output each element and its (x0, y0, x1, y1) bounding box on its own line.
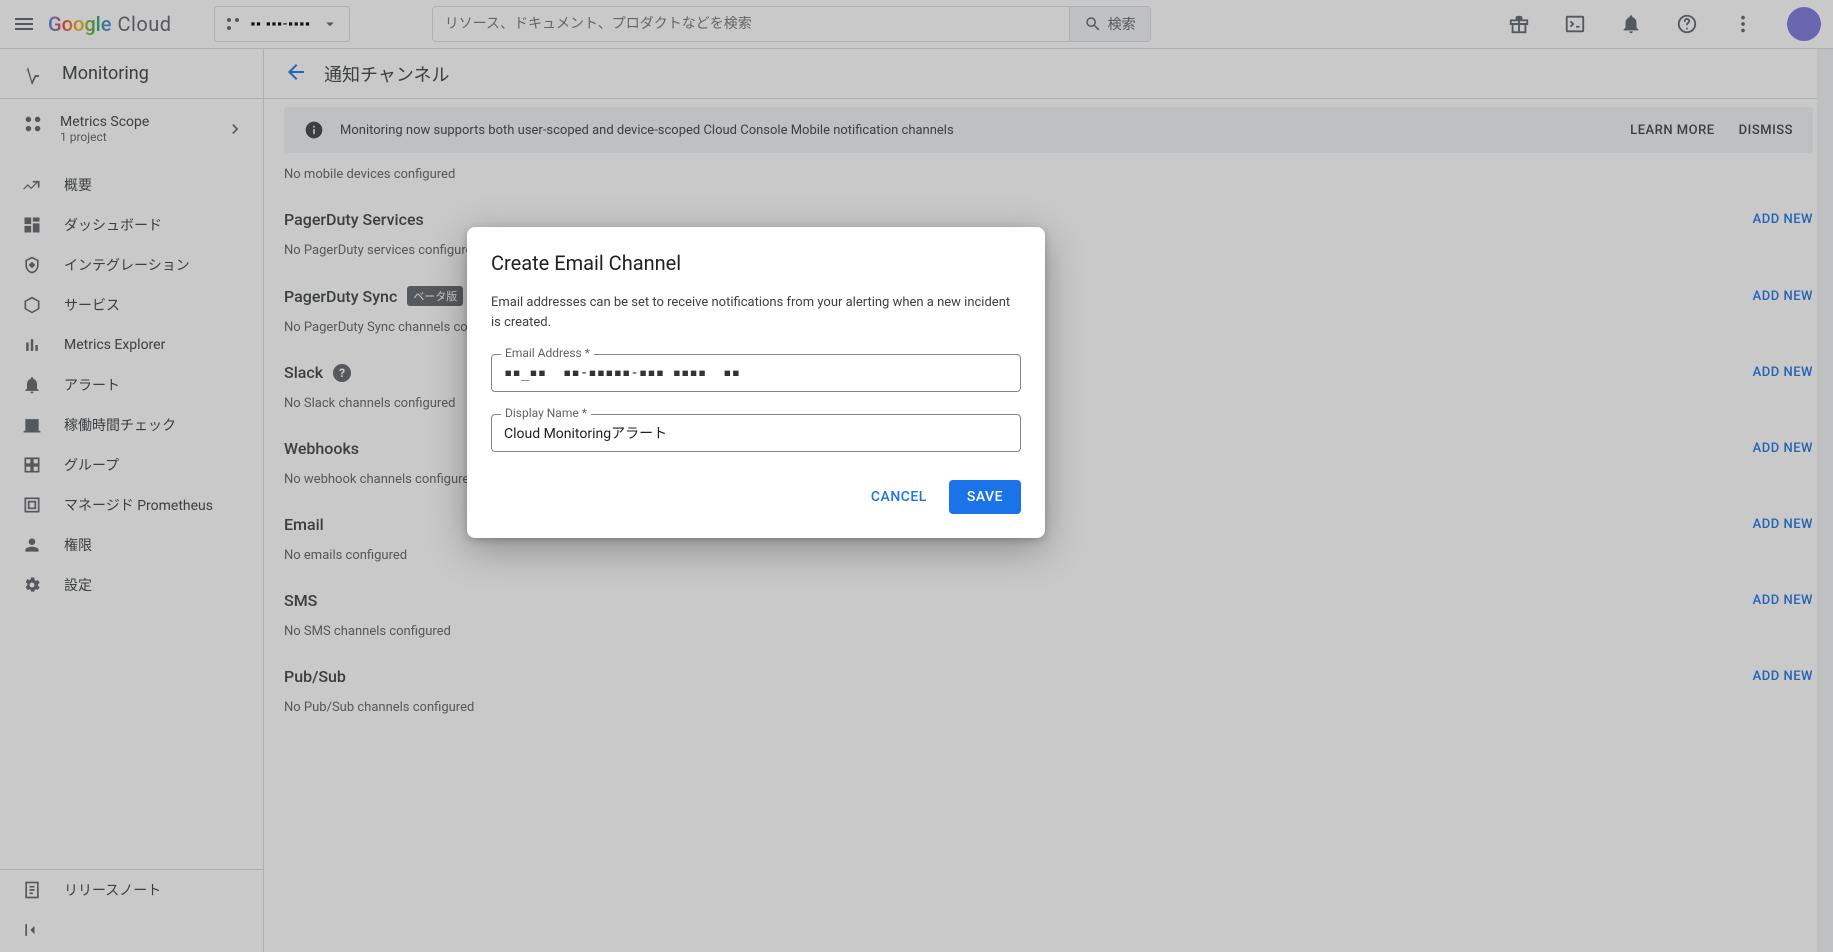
save-button[interactable]: SAVE (949, 480, 1021, 514)
email-label: Email Address * (501, 346, 594, 360)
modal-description: Email addresses can be set to receive no… (491, 293, 1021, 332)
display-name-label: Display Name * (501, 406, 591, 420)
create-email-modal: Create Email Channel Email addresses can… (467, 227, 1045, 538)
modal-title: Create Email Channel (491, 251, 1021, 275)
cancel-button[interactable]: CANCEL (857, 480, 941, 514)
